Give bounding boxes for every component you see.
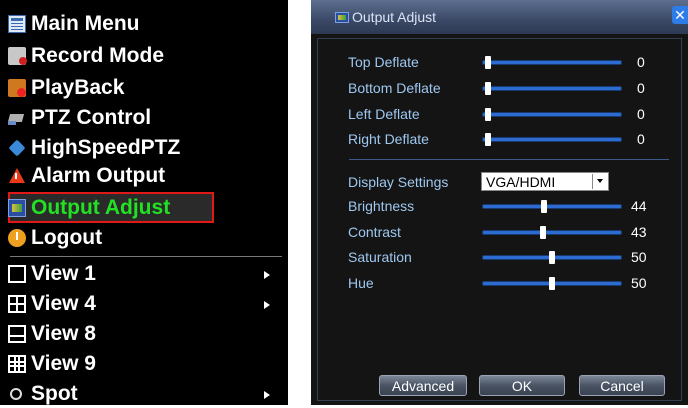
menu-item-label: Spot: [31, 382, 78, 405]
menu-item-view-4[interactable]: View 4: [8, 290, 278, 318]
highspeed-ptz-icon: [8, 139, 26, 157]
top-deflate-label: Top Deflate: [348, 54, 419, 70]
ok-button[interactable]: OK: [479, 375, 565, 396]
hue-value: 50: [631, 275, 647, 291]
context-menu: Main Menu Record Mode PlayBack PTZ Contr…: [0, 0, 288, 405]
chevron-down-icon[interactable]: [592, 174, 607, 189]
output-adjust-dialog: Output Adjust ✕ Top Deflate 0 Bottom Def…: [311, 0, 688, 405]
saturation-label: Saturation: [348, 249, 412, 265]
menu-item-record-mode[interactable]: Record Mode: [8, 42, 278, 70]
left-deflate-slider-thumb[interactable]: [485, 108, 491, 121]
bottom-deflate-slider-thumb[interactable]: [485, 82, 491, 95]
bottom-deflate-value: 0: [637, 80, 645, 96]
menu-item-main-menu[interactable]: Main Menu: [8, 10, 278, 38]
top-deflate-slider[interactable]: [483, 61, 621, 64]
right-deflate-slider-thumb[interactable]: [485, 133, 491, 146]
contrast-value: 43: [631, 224, 647, 240]
right-deflate-value: 0: [637, 131, 645, 147]
menu-item-logout[interactable]: Logout: [8, 224, 278, 252]
submenu-arrow-icon: [264, 301, 270, 309]
left-deflate-value: 0: [637, 106, 645, 122]
main-menu-icon: [8, 15, 26, 33]
close-button[interactable]: ✕: [672, 6, 688, 24]
menu-item-label: View 1: [31, 262, 96, 285]
close-icon: ✕: [674, 6, 686, 23]
menu-item-ptz-control[interactable]: PTZ Control: [8, 104, 278, 132]
menu-item-label: Logout: [31, 226, 103, 249]
brightness-slider-thumb[interactable]: [541, 200, 548, 213]
cancel-button[interactable]: Cancel: [579, 375, 665, 396]
menu-item-view-8[interactable]: View 8: [8, 320, 278, 348]
menu-item-view-9[interactable]: View 9: [8, 350, 278, 378]
menu-item-view-1[interactable]: View 1: [8, 260, 278, 288]
advanced-button[interactable]: Advanced: [379, 375, 467, 396]
logout-icon: [8, 229, 26, 247]
menu-item-output-adjust[interactable]: Output Adjust: [8, 192, 214, 223]
brightness-slider[interactable]: [483, 205, 621, 208]
top-deflate-slider-thumb[interactable]: [485, 56, 491, 69]
saturation-value: 50: [631, 249, 647, 265]
submenu-arrow-icon: [264, 271, 270, 279]
menu-item-label: Record Mode: [31, 44, 165, 67]
submenu-arrow-icon: [264, 391, 270, 399]
menu-item-label: View 4: [31, 292, 96, 315]
menu-item-label: Output Adjust: [31, 195, 171, 219]
menu-separator: [10, 256, 282, 257]
spot-icon: [8, 385, 26, 403]
record-icon: [8, 47, 27, 65]
ptz-camera-icon: [8, 109, 26, 127]
alarm-icon: [8, 167, 26, 185]
left-deflate-slider[interactable]: [483, 113, 621, 116]
left-deflate-label: Left Deflate: [348, 106, 420, 122]
hue-slider-thumb[interactable]: [549, 277, 555, 290]
menu-item-label: HighSpeedPTZ: [31, 136, 181, 159]
menu-item-label: Alarm Output: [31, 164, 166, 187]
display-settings-label: Display Settings: [348, 174, 449, 190]
brightness-label: Brightness: [348, 198, 415, 214]
saturation-slider-thumb[interactable]: [549, 251, 555, 264]
menu-item-alarm-output[interactable]: Alarm Output: [8, 162, 278, 190]
menu-item-highspeed-ptz[interactable]: HighSpeedPTZ: [8, 134, 278, 162]
playback-icon: [8, 79, 26, 97]
contrast-slider-thumb[interactable]: [540, 226, 547, 239]
display-settings-value: VGA/HDMI: [486, 174, 556, 190]
menu-item-label: PlayBack: [31, 76, 125, 99]
contrast-slider[interactable]: [483, 231, 621, 234]
view-4-icon: [8, 295, 26, 313]
output-adjust-icon: [8, 198, 26, 217]
output-adjust-icon: [335, 12, 349, 23]
menu-item-spot[interactable]: Spot: [8, 380, 278, 408]
view-8-icon: [8, 325, 26, 343]
menu-item-label: View 8: [31, 322, 96, 345]
section-divider: [349, 159, 669, 160]
contrast-label: Contrast: [348, 224, 401, 240]
brightness-value: 44: [631, 198, 647, 214]
right-deflate-label: Right Deflate: [348, 131, 429, 147]
menu-item-label: View 9: [31, 352, 96, 375]
view-1-icon: [8, 265, 26, 283]
dialog-title: Output Adjust: [352, 9, 437, 25]
right-deflate-slider[interactable]: [483, 138, 621, 141]
menu-item-playback[interactable]: PlayBack: [8, 74, 278, 102]
menu-item-label: Main Menu: [31, 12, 140, 35]
top-deflate-value: 0: [637, 54, 645, 70]
dialog-titlebar[interactable]: Output Adjust ✕: [311, 0, 688, 34]
menu-item-label: PTZ Control: [31, 106, 152, 129]
display-settings-select[interactable]: VGA/HDMI: [481, 172, 609, 191]
hue-label: Hue: [348, 275, 374, 291]
view-9-icon: [8, 355, 26, 373]
bottom-deflate-label: Bottom Deflate: [348, 80, 441, 96]
bottom-deflate-slider[interactable]: [483, 87, 621, 90]
